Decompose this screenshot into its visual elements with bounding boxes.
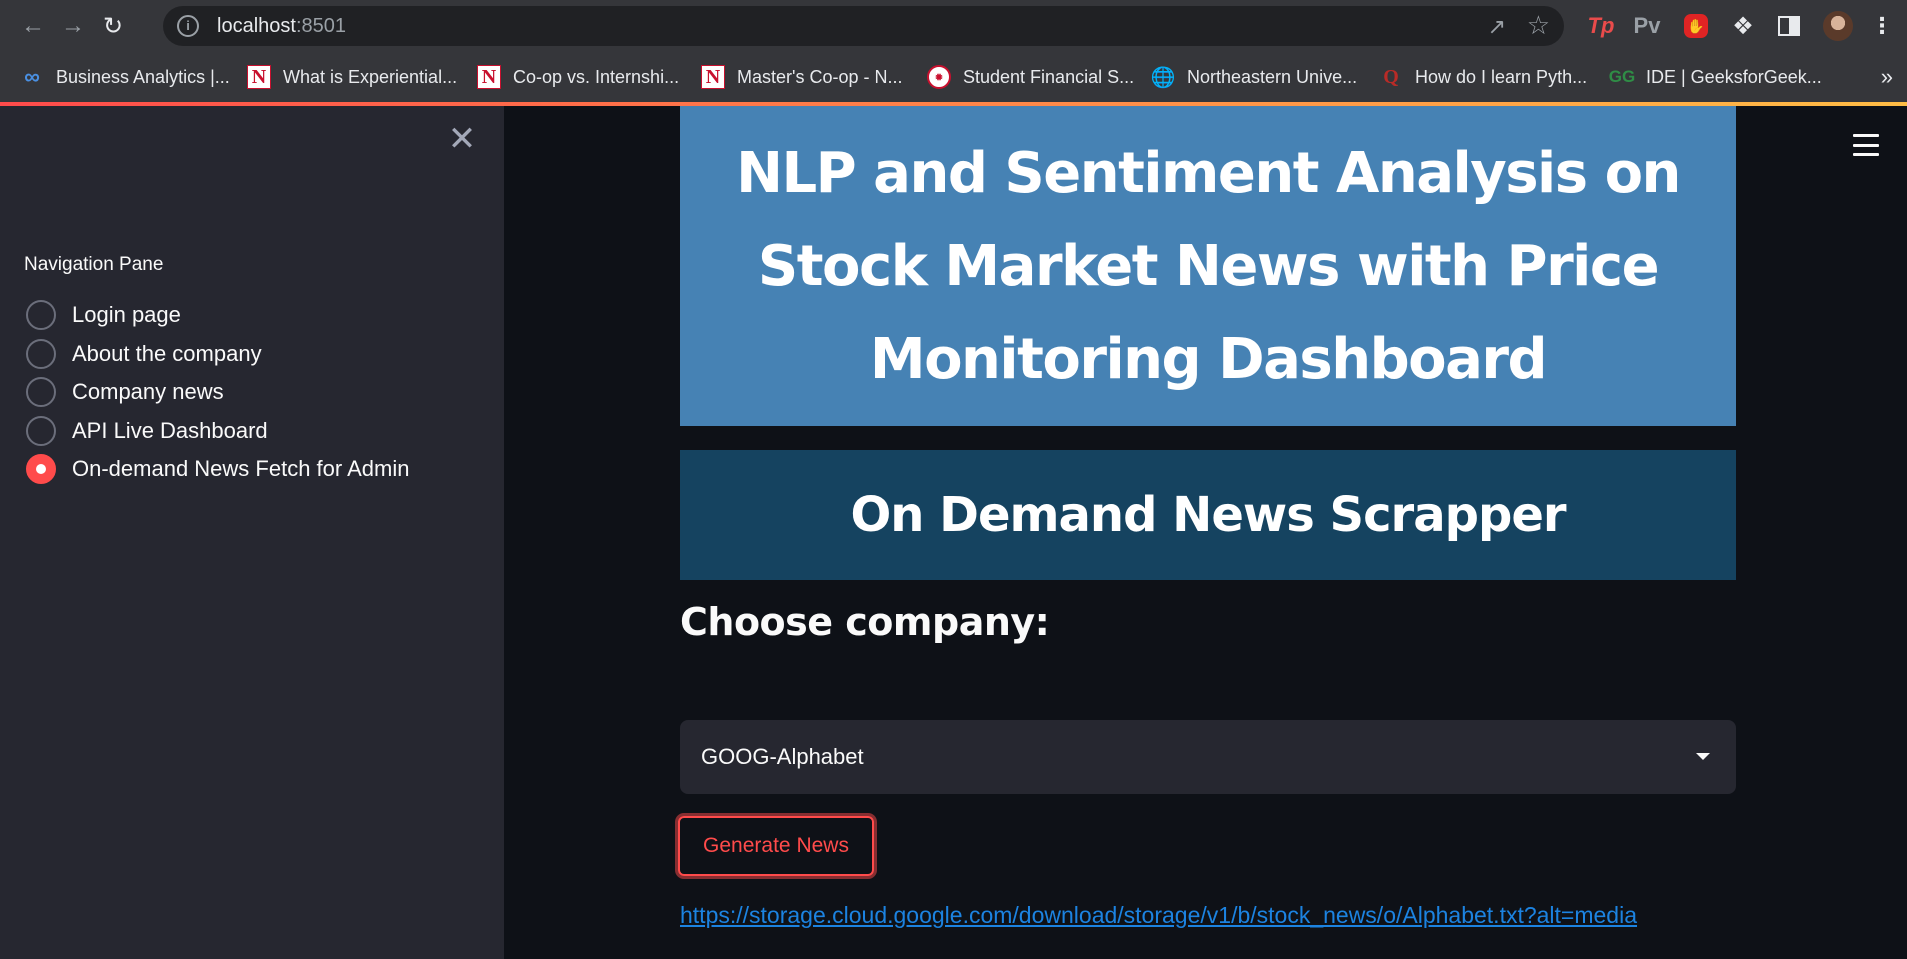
nav-option-api-dashboard[interactable]: API Live Dashboard — [26, 412, 409, 450]
close-sidebar-icon[interactable]: ✕ — [446, 122, 478, 156]
forward-button[interactable]: → — [53, 6, 93, 46]
radio-button[interactable] — [26, 377, 56, 407]
sidebar: ✕ Navigation Pane Login page About the c… — [0, 106, 504, 959]
page-title: NLP and Sentiment Analysis on Stock Mark… — [736, 140, 1681, 392]
company-select-value: GOOG-Alphabet — [701, 744, 864, 769]
profile-avatar[interactable] — [1822, 10, 1854, 42]
bookmark-label: Student Financial S... — [963, 66, 1135, 87]
stop-hand-extension-icon[interactable]: ✋ — [1682, 10, 1710, 42]
bookmark-star-icon[interactable]: ☆ — [1527, 10, 1550, 41]
tp-extension-icon[interactable]: Tp — [1587, 10, 1615, 42]
back-button[interactable]: ← — [13, 6, 53, 46]
bookmark-item[interactable]: Q How do I learn Pyth... — [1379, 52, 1587, 102]
nav-option-on-demand-news[interactable]: On-demand News Fetch for Admin — [26, 450, 409, 488]
bookmark-label: IDE | GeeksforGeek... — [1646, 66, 1822, 87]
n-logo-icon: N — [477, 65, 501, 89]
subtitle-banner: On Demand News Scrapper — [680, 450, 1736, 580]
radio-button[interactable] — [26, 415, 56, 446]
bookmark-item[interactable]: N What is Experiential... — [247, 52, 457, 102]
company-select[interactable]: GOOG-Alphabet — [680, 720, 1736, 794]
browser-toolbar: ← → ↻ i localhost:8501 ↗ ☆ Tp Pv ✋ ❖ ⋮ — [0, 0, 1907, 52]
reload-button[interactable]: ↻ — [93, 6, 133, 46]
radio-label: Login page — [72, 302, 181, 327]
site-info-icon[interactable]: i — [177, 15, 199, 37]
globe-icon: 🌐 — [1150, 66, 1176, 89]
bookmark-item[interactable]: GG IDE | GeeksforGeek... — [1608, 52, 1822, 102]
nav-option-company-news[interactable]: Company news — [26, 373, 409, 411]
radio-label: About the company — [72, 340, 262, 366]
n-logo-icon: N — [701, 65, 725, 89]
bookmark-label: Master's Co-op - N... — [737, 66, 903, 87]
nav-option-login[interactable]: Login page — [26, 296, 409, 334]
side-panel-icon[interactable] — [1775, 10, 1803, 42]
browser-menu-icon[interactable]: ⋮ — [1871, 10, 1893, 42]
url-host: localhost — [217, 14, 296, 37]
radio-button-selected[interactable] — [26, 454, 56, 484]
bookmark-label: Business Analytics |... — [56, 66, 230, 87]
nav-radio-group: Login page About the company Company new… — [26, 296, 409, 489]
share-icon[interactable]: ↗ — [1488, 14, 1506, 40]
gfg-icon: GG — [1608, 67, 1636, 86]
bookmark-item[interactable]: N Co-op vs. Internshi... — [477, 52, 679, 102]
n-logo-icon: N — [247, 65, 271, 89]
bookmark-item[interactable]: ∞ Business Analytics |... — [20, 52, 230, 102]
title-banner: NLP and Sentiment Analysis on Stock Mark… — [680, 106, 1736, 426]
bookmark-label: How do I learn Pyth... — [1415, 66, 1588, 87]
address-bar[interactable]: i localhost:8501 ↗ ☆ — [163, 6, 1564, 46]
bookmarks-bar: ∞ Business Analytics |... N What is Experi… — [0, 52, 1907, 102]
bookmark-label: Co-op vs. Internshi... — [513, 66, 680, 87]
more-bookmarks-icon[interactable]: » — [1881, 64, 1893, 90]
bookmark-item[interactable]: N Master's Co-op - N... — [701, 52, 902, 102]
result-link[interactable]: https://storage.cloud.google.com/downloa… — [680, 902, 1637, 929]
radio-label: On-demand News Fetch for Admin — [72, 456, 410, 481]
hand-icon: ✋ — [1684, 14, 1708, 38]
extensions-puzzle-icon[interactable]: ❖ — [1727, 10, 1759, 42]
chevron-down-icon — [1696, 753, 1710, 760]
bookmark-label: What is Experiential... — [283, 66, 458, 87]
radio-button[interactable] — [26, 338, 56, 369]
url-port: :8501 — [295, 14, 346, 37]
seal-icon: ✹ — [927, 65, 951, 89]
bookmark-label: Northeastern Unive... — [1187, 66, 1358, 87]
generate-news-button[interactable]: Generate News — [675, 813, 877, 879]
section-title: On Demand News Scrapper — [850, 487, 1566, 543]
radio-label: API Live Dashboard — [72, 417, 268, 443]
radio-label: Company news — [72, 379, 224, 404]
infinity-icon: ∞ — [24, 64, 40, 89]
choose-company-label: Choose company: — [680, 600, 1050, 644]
main-menu-icon[interactable] — [1853, 134, 1879, 156]
radio-button[interactable] — [26, 300, 56, 330]
bookmark-item[interactable]: 🌐 Northeastern Unive... — [1150, 52, 1358, 102]
quora-icon: Q — [1383, 65, 1399, 88]
url-text[interactable]: localhost:8501 — [217, 15, 346, 38]
pv-extension-icon[interactable]: Pv — [1631, 10, 1663, 42]
nav-option-about[interactable]: About the company — [26, 335, 409, 373]
bookmark-item[interactable]: ✹ Student Financial S... — [927, 52, 1134, 102]
nav-pane-title: Navigation Pane — [24, 254, 164, 275]
